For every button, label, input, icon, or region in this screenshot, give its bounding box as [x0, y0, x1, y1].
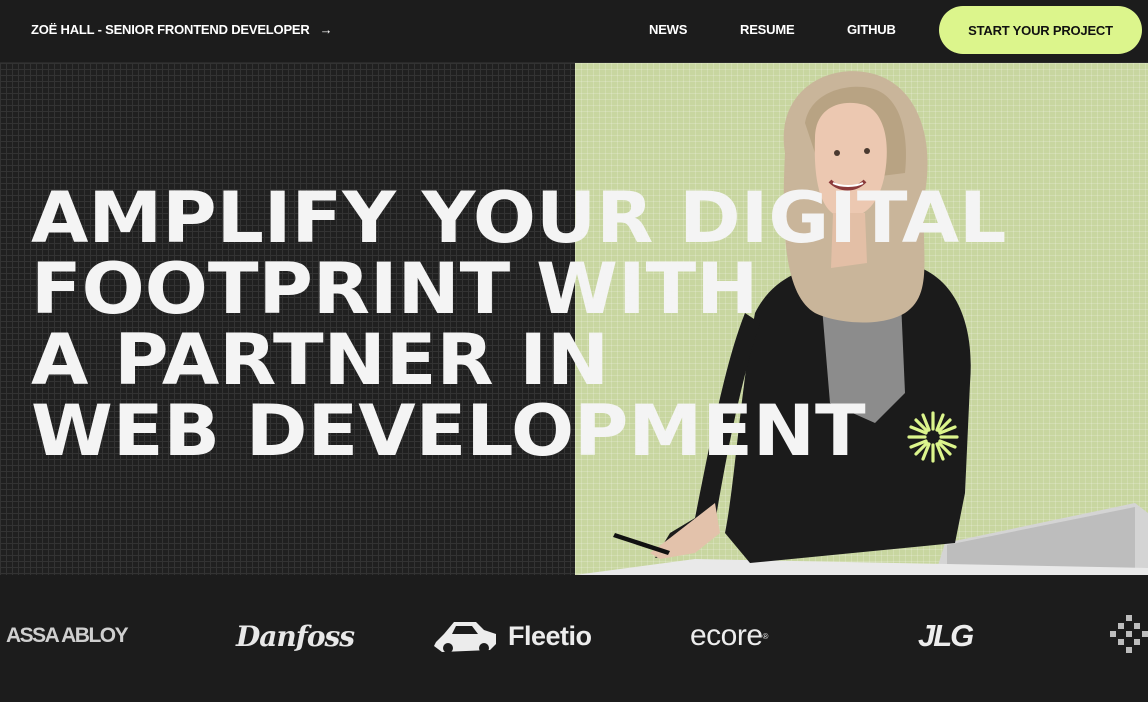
nav-news-link[interactable]: NEWS — [649, 22, 687, 37]
logo-jlg-text: JLG — [918, 618, 974, 653]
logo-jlg: JLG — [918, 616, 974, 656]
headline-line-4: WEB DEVELOPMENT — [31, 390, 866, 472]
brand-label: ZOË HALL - SENIOR FRONTEND DEVELOPER — [31, 22, 310, 37]
headline-line-3: A PARTNER IN — [31, 319, 610, 401]
start-project-button[interactable]: START YOUR PROJECT — [939, 6, 1142, 54]
headline-line-2: FOOTPRINT WITH — [31, 248, 759, 330]
nav-resume-link[interactable]: RESUME — [740, 22, 795, 37]
arrow-right-icon: → — [319, 22, 333, 37]
starburst-icon — [907, 411, 959, 463]
logo-assa-abloy-text: ASSA ABLOY — [6, 624, 129, 647]
fleetio-car-icon — [434, 622, 496, 653]
logo-danfoss-text: Danfoss — [236, 619, 355, 653]
logo-ecore: ecore ® — [690, 616, 768, 656]
dotted-logo-icon — [1110, 615, 1148, 653]
logo-dotted-mark — [1106, 615, 1148, 656]
hero-section: AMPLIFY YOUR DIGITAL FOOTPRINT WITH A PA… — [0, 63, 1148, 575]
logo-danfoss: Danfoss — [236, 616, 355, 656]
registered-mark: ® — [762, 631, 769, 641]
logo-fleetio-text: Fleetio — [508, 620, 592, 651]
nav-github-link[interactable]: GITHUB — [847, 22, 896, 37]
logo-fleetio: Fleetio — [432, 616, 592, 656]
headline-line-1: AMPLIFY YOUR DIGITAL — [31, 177, 1007, 259]
brand-link[interactable]: ZOË HALL - SENIOR FRONTEND DEVELOPER → — [31, 22, 333, 37]
logo-ecore-text: ecore — [690, 619, 763, 652]
logo-assa-abloy: ASSA ABLOY — [6, 616, 129, 656]
client-logos-strip: ASSA ABLOY Danfoss Fleetio ecore ® JLG — [0, 576, 1148, 702]
hero-headline: AMPLIFY YOUR DIGITAL FOOTPRINT WITH A PA… — [31, 183, 1006, 467]
site-header: ZOË HALL - SENIOR FRONTEND DEVELOPER → N… — [0, 0, 1148, 63]
